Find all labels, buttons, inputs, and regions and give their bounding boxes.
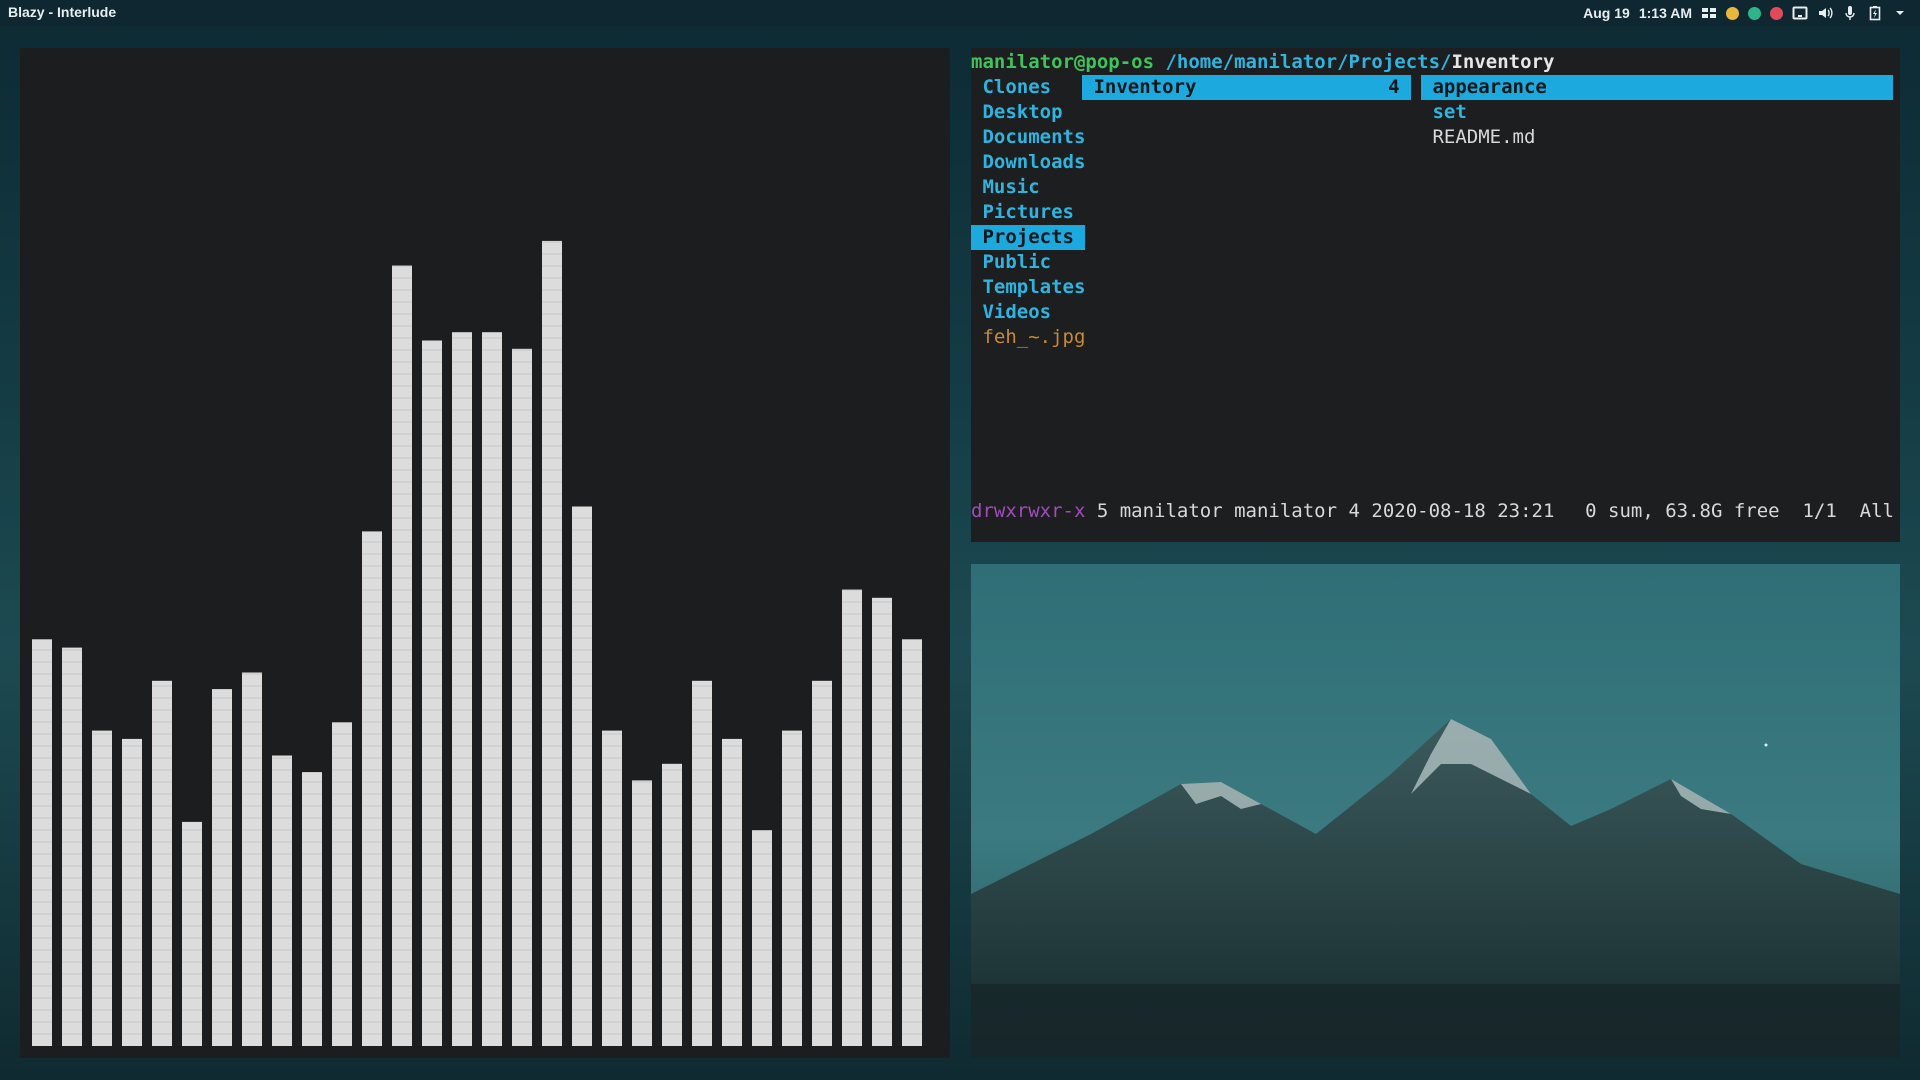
- visualizer-bar: [572, 506, 592, 1046]
- tablet-icon[interactable]: [1792, 5, 1808, 21]
- mountain-icon: [971, 564, 1900, 1058]
- volume-icon[interactable]: [1817, 5, 1833, 21]
- file-entry[interactable]: Public: [971, 250, 1063, 275]
- file-entry[interactable]: Projects: [971, 225, 1086, 250]
- file-entry[interactable]: Desktop: [971, 100, 1074, 125]
- status-dot-red-icon[interactable]: [1770, 6, 1783, 20]
- visualizer-bar: [92, 730, 112, 1046]
- visualizer-bar: [242, 672, 262, 1046]
- visualizer-bar: [332, 722, 352, 1046]
- visualizer-bar: [152, 680, 172, 1046]
- file-entry[interactable]: feh_~.jpg: [971, 325, 1097, 350]
- visualizer-bar: [872, 597, 892, 1046]
- status-line: drwxrwxr-x 5 manilator manilator 4 2020-…: [971, 499, 1554, 524]
- audio-visualizer-window[interactable]: [20, 48, 950, 1058]
- wallpaper-image-window: [971, 564, 1900, 1058]
- audio-visualizer-bars: [32, 240, 922, 1046]
- time-label[interactable]: 1:13 AM: [1639, 5, 1692, 21]
- visualizer-bar: [482, 332, 502, 1046]
- visualizer-bar: [902, 639, 922, 1046]
- date-label[interactable]: Aug 19: [1583, 5, 1630, 21]
- preview-entry[interactable]: appearance: [1421, 75, 1893, 100]
- visualizer-bar: [272, 755, 292, 1046]
- chevron-down-icon[interactable]: [1892, 5, 1908, 21]
- ranger-terminal-window[interactable]: manilator@pop-os /home/manilator/Project…: [971, 48, 1900, 542]
- directory-entry-name: Inventory: [1082, 76, 1197, 98]
- file-entry[interactable]: Pictures: [971, 200, 1085, 225]
- visualizer-bar: [302, 772, 322, 1046]
- visualizer-bar: [392, 265, 412, 1046]
- visualizer-bar: [212, 689, 232, 1046]
- visualizer-bar: [122, 738, 142, 1046]
- visualizer-bar: [692, 680, 712, 1046]
- visualizer-bar: [362, 531, 382, 1046]
- visualizer-bar: [722, 738, 742, 1046]
- battery-icon[interactable]: [1867, 5, 1883, 21]
- file-entry[interactable]: Documents: [971, 125, 1097, 150]
- prompt-user: manilator@pop-os: [971, 51, 1155, 73]
- file-info: 5 manilator manilator 4 2020-08-18 23:21: [1096, 500, 1555, 522]
- prompt-path: /home/manilator/Projects/: [1165, 51, 1452, 73]
- preview-entry[interactable]: set: [1421, 100, 1466, 125]
- system-tray: Aug 19 1:13 AM: [1583, 3, 1908, 23]
- visualizer-bar: [182, 821, 202, 1046]
- visualizer-bar: [32, 639, 52, 1046]
- file-entry[interactable]: Templates: [971, 275, 1097, 300]
- directory-entry-count: 4: [1388, 76, 1411, 98]
- visualizer-bar: [782, 730, 802, 1046]
- status-summary: 0 sum, 63.8G free 1/1 All: [1585, 500, 1894, 522]
- active-window-title: Blazy - Interlude: [8, 4, 117, 20]
- top-panel: Blazy - Interlude Aug 19 1:13 AM: [0, 0, 1920, 26]
- file-entry[interactable]: Videos: [971, 300, 1063, 325]
- grid-icon[interactable]: [1701, 5, 1717, 21]
- terminal-prompt: manilator@pop-os /home/manilator/Project…: [971, 50, 1554, 75]
- file-entry[interactable]: Downloads: [971, 150, 1097, 175]
- visualizer-bar: [632, 780, 652, 1046]
- prompt-current-dir: Inventory: [1451, 51, 1555, 73]
- file-entry[interactable]: Clones: [971, 75, 1063, 100]
- visualizer-bar: [812, 680, 832, 1046]
- preview-entry[interactable]: README.md: [1421, 125, 1535, 150]
- visualizer-bar: [452, 332, 472, 1046]
- file-permissions: drwxrwxr-x: [971, 500, 1086, 522]
- status-dot-yellow-icon[interactable]: [1726, 6, 1739, 20]
- visualizer-bar: [602, 730, 622, 1046]
- visualizer-bar: [512, 348, 532, 1046]
- file-entry[interactable]: Music: [971, 175, 1051, 200]
- directory-entry[interactable]: Inventory 4: [1082, 75, 1411, 100]
- status-dot-green-icon[interactable]: [1748, 6, 1761, 20]
- microphone-icon[interactable]: [1842, 5, 1858, 21]
